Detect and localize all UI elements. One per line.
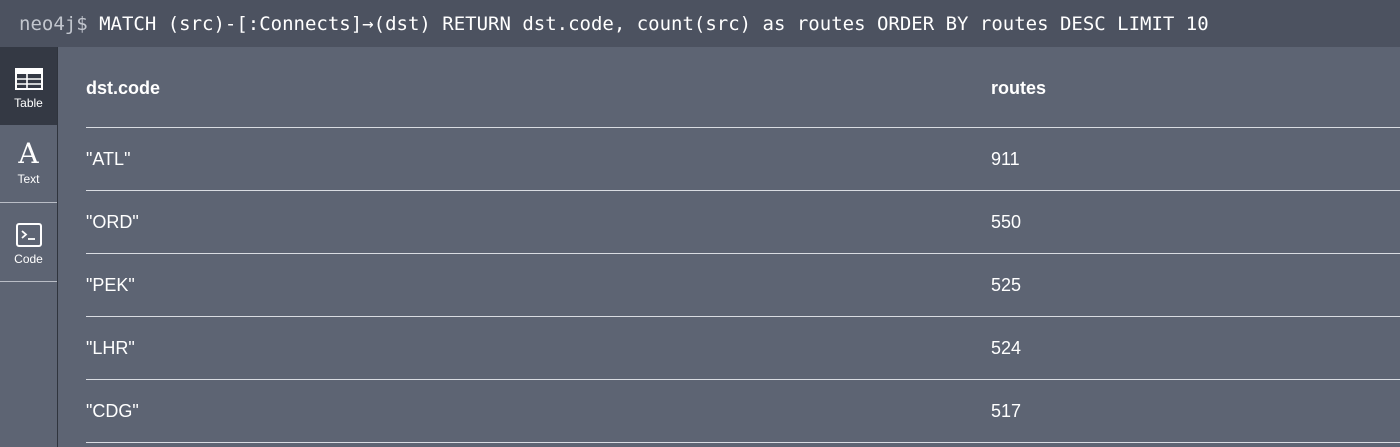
code-view-label: Code [14, 252, 43, 266]
table-row: "CDG" 517 [86, 380, 1400, 443]
column-header-dst-code[interactable]: dst.code [86, 47, 160, 127]
cell-dst-code: "PEK" [86, 274, 135, 295]
text-view-label: Text [17, 172, 40, 186]
cell-dst-code: "CDG" [86, 400, 139, 421]
text-view-button[interactable]: A Text [0, 125, 57, 203]
cell-routes: 524 [991, 337, 1022, 358]
table-header-row: dst.code routes [86, 47, 1400, 128]
query-bar[interactable]: neo4j$ MATCH (src)-[:Connects]→(dst) RET… [0, 0, 1400, 47]
table-row: "LHR" 524 [86, 317, 1400, 380]
column-header-routes[interactable]: routes [991, 47, 1046, 127]
table-row: "PEK" 525 [86, 254, 1400, 317]
query-text-value: MATCH (src)-[:Connects]→(dst) RETURN dst… [99, 12, 1209, 35]
cell-dst-code: "ATL" [86, 148, 131, 169]
cell-dst-code: "ORD" [86, 211, 139, 232]
view-sidebar: Table A Text Code [0, 47, 58, 447]
cell-routes: 550 [991, 211, 1022, 232]
neo4j-browser-result-frame: neo4j$ MATCH (src)-[:Connects]→(dst) RET… [0, 0, 1400, 447]
result-table: dst.code routes "ATL" 911 "ORD" 550 "PEK… [86, 47, 1400, 447]
text-icon: A [18, 137, 39, 170]
query-prompt: neo4j$ [19, 12, 88, 35]
query-text[interactable]: MATCH (src)-[:Connects]→(dst) RETURN dst… [88, 13, 1209, 35]
cell-routes: 911 [991, 148, 1020, 169]
table-row: "ATL" 911 [86, 128, 1400, 191]
code-icon [15, 221, 43, 249]
cell-routes: 517 [991, 400, 1022, 421]
code-view-button[interactable]: Code [0, 203, 57, 282]
cell-dst-code: "LHR" [86, 337, 135, 358]
table-view-button[interactable]: Table [0, 47, 57, 125]
table-row: "ORD" 550 [86, 191, 1400, 254]
table-icon [14, 65, 43, 93]
cell-routes: 525 [991, 274, 1022, 295]
table-view-label: Table [14, 96, 43, 110]
